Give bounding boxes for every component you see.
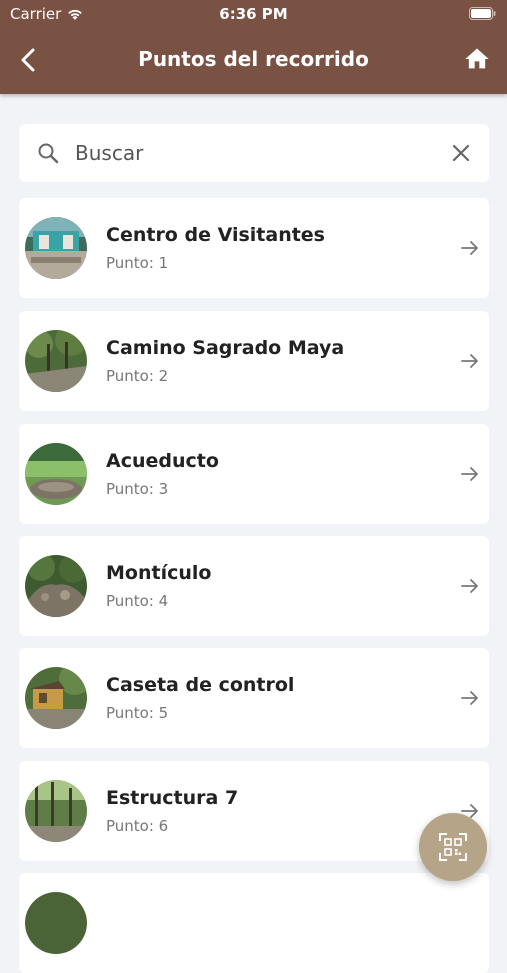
battery-icon xyxy=(469,7,496,20)
arrow-right-icon xyxy=(461,467,478,481)
point-number: Punto: 2 xyxy=(106,367,169,385)
point-thumbnail xyxy=(25,667,87,729)
point-number: Punto: 4 xyxy=(106,592,169,610)
search-bar xyxy=(19,124,489,182)
page-title: Puntos del recorrido xyxy=(138,47,369,71)
nav-bar: Puntos del recorrido xyxy=(0,28,507,92)
list-item-acueducto[interactable]: Acueducto Punto: 3 xyxy=(19,424,489,524)
qr-scan-icon xyxy=(439,833,467,861)
point-number: Punto: 6 xyxy=(106,817,169,835)
point-thumbnail xyxy=(25,443,87,505)
list-item-caseta-de-control[interactable]: Caseta de control Punto: 5 xyxy=(19,648,489,748)
arrow-right-icon xyxy=(461,354,478,368)
point-thumbnail xyxy=(25,217,87,279)
status-time: 6:36 PM xyxy=(219,5,288,23)
point-number: Punto: 3 xyxy=(106,480,169,498)
point-name: Centro de Visitantes xyxy=(106,224,325,246)
close-icon[interactable] xyxy=(451,143,471,163)
app-header: Carrier 6:36 PM Puntos del recorrido xyxy=(0,0,507,94)
point-name: Montículo xyxy=(106,562,212,584)
home-icon xyxy=(465,48,489,69)
point-thumbnail xyxy=(25,892,87,954)
point-number: Punto: 5 xyxy=(106,704,169,722)
home-button[interactable] xyxy=(463,45,491,73)
point-number: Punto: 1 xyxy=(106,254,169,272)
list-item-centro-de-visitantes[interactable]: Centro de Visitantes Punto: 1 xyxy=(19,198,489,298)
point-thumbnail xyxy=(25,555,87,617)
search-input[interactable] xyxy=(75,124,435,182)
point-name: Estructura 7 xyxy=(106,787,239,809)
point-name: Caseta de control xyxy=(106,674,295,696)
arrow-right-icon xyxy=(461,579,478,593)
arrow-right-icon xyxy=(461,241,478,255)
list-item-partial[interactable] xyxy=(19,873,489,973)
point-name: Acueducto xyxy=(106,450,219,472)
point-thumbnail xyxy=(25,330,87,392)
arrow-right-icon xyxy=(461,691,478,705)
list-item-camino-sagrado-maya[interactable]: Camino Sagrado Maya Punto: 2 xyxy=(19,311,489,411)
point-name: Camino Sagrado Maya xyxy=(106,337,345,359)
status-bar: Carrier 6:36 PM xyxy=(0,0,507,28)
point-thumbnail xyxy=(25,780,87,842)
qr-scan-button[interactable] xyxy=(419,813,487,881)
search-icon xyxy=(38,143,59,164)
list-item-monticulo[interactable]: Montículo Punto: 4 xyxy=(19,536,489,636)
